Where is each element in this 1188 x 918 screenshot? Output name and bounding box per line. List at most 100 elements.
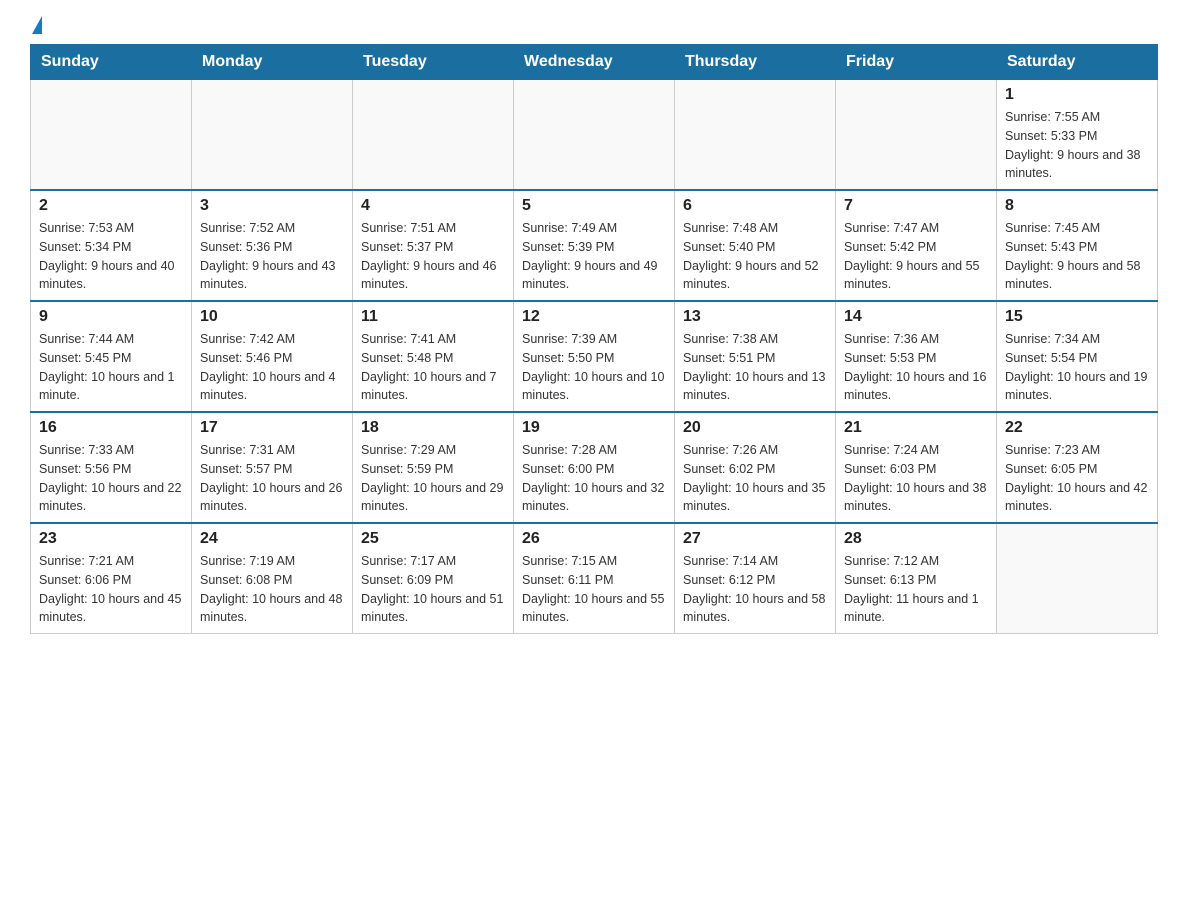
day-number: 16 bbox=[39, 419, 183, 437]
calendar-day-cell: 20 Sunrise: 7:26 AMSunset: 6:02 PMDayligh… bbox=[675, 412, 836, 523]
day-number: 21 bbox=[844, 419, 988, 437]
calendar-day-cell: 22 Sunrise: 7:23 AMSunset: 6:05 PMDayligh… bbox=[997, 412, 1158, 523]
day-number: 23 bbox=[39, 530, 183, 548]
calendar-day-cell: 17 Sunrise: 7:31 AMSunset: 5:57 PMDayligh… bbox=[192, 412, 353, 523]
day-number: 11 bbox=[361, 308, 505, 326]
calendar-week-row: 16 Sunrise: 7:33 AMSunset: 5:56 PMDayligh… bbox=[31, 412, 1158, 523]
calendar-header: SundayMondayTuesdayWednesdayThursdayFrid… bbox=[31, 45, 1158, 80]
day-info: Sunrise: 7:12 AMSunset: 6:13 PMDaylight:… bbox=[844, 552, 988, 627]
calendar-day-cell: 2 Sunrise: 7:53 AMSunset: 5:34 PMDaylight… bbox=[31, 190, 192, 301]
day-info: Sunrise: 7:33 AMSunset: 5:56 PMDaylight:… bbox=[39, 441, 183, 516]
day-info: Sunrise: 7:23 AMSunset: 6:05 PMDaylight:… bbox=[1005, 441, 1149, 516]
day-info: Sunrise: 7:29 AMSunset: 5:59 PMDaylight:… bbox=[361, 441, 505, 516]
weekday-header-row: SundayMondayTuesdayWednesdayThursdayFrid… bbox=[31, 45, 1158, 80]
day-info: Sunrise: 7:41 AMSunset: 5:48 PMDaylight:… bbox=[361, 330, 505, 405]
day-number: 25 bbox=[361, 530, 505, 548]
logo bbox=[30, 20, 42, 34]
calendar-day-cell: 12Sunrise: 7:39 AMSunset: 5:50 PMDayligh… bbox=[514, 301, 675, 412]
day-info: Sunrise: 7:47 AMSunset: 5:42 PMDaylight:… bbox=[844, 219, 988, 294]
calendar-day-cell: 8Sunrise: 7:45 AMSunset: 5:43 PMDaylight… bbox=[997, 190, 1158, 301]
calendar-day-cell: 21Sunrise: 7:24 AMSunset: 6:03 PMDayligh… bbox=[836, 412, 997, 523]
calendar-day-cell: 14Sunrise: 7:36 AMSunset: 5:53 PMDayligh… bbox=[836, 301, 997, 412]
logo-triangle-icon bbox=[32, 16, 42, 34]
day-info: Sunrise: 7:17 AMSunset: 6:09 PMDaylight:… bbox=[361, 552, 505, 627]
calendar-day-cell bbox=[836, 80, 997, 191]
weekday-header-wednesday: Wednesday bbox=[514, 45, 675, 80]
day-info: Sunrise: 7:38 AMSunset: 5:51 PMDaylight:… bbox=[683, 330, 827, 405]
day-number: 2 bbox=[39, 197, 183, 215]
day-info: Sunrise: 7:42 AMSunset: 5:46 PMDaylight:… bbox=[200, 330, 344, 405]
calendar-day-cell: 3Sunrise: 7:52 AMSunset: 5:36 PMDaylight… bbox=[192, 190, 353, 301]
calendar-day-cell: 4 Sunrise: 7:51 AMSunset: 5:37 PMDaylight… bbox=[353, 190, 514, 301]
day-info: Sunrise: 7:21 AMSunset: 6:06 PMDaylight:… bbox=[39, 552, 183, 627]
calendar-day-cell: 1 Sunrise: 7:55 AMSunset: 5:33 PMDaylight… bbox=[997, 80, 1158, 191]
day-info: Sunrise: 7:15 AMSunset: 6:11 PMDaylight:… bbox=[522, 552, 666, 627]
calendar-day-cell bbox=[192, 80, 353, 191]
calendar-day-cell bbox=[514, 80, 675, 191]
weekday-header-tuesday: Tuesday bbox=[353, 45, 514, 80]
day-info: Sunrise: 7:19 AMSunset: 6:08 PMDaylight:… bbox=[200, 552, 344, 627]
calendar-day-cell: 24 Sunrise: 7:19 AMSunset: 6:08 PMDayligh… bbox=[192, 523, 353, 634]
day-number: 26 bbox=[522, 530, 666, 548]
weekday-header-thursday: Thursday bbox=[675, 45, 836, 80]
day-info: Sunrise: 7:31 AMSunset: 5:57 PMDaylight:… bbox=[200, 441, 344, 516]
calendar-week-row: 23 Sunrise: 7:21 AMSunset: 6:06 PMDayligh… bbox=[31, 523, 1158, 634]
calendar-day-cell: 10 Sunrise: 7:42 AMSunset: 5:46 PMDayligh… bbox=[192, 301, 353, 412]
weekday-header-sunday: Sunday bbox=[31, 45, 192, 80]
calendar-day-cell: 6 Sunrise: 7:48 AMSunset: 5:40 PMDaylight… bbox=[675, 190, 836, 301]
day-info: Sunrise: 7:36 AMSunset: 5:53 PMDaylight:… bbox=[844, 330, 988, 405]
day-number: 28 bbox=[844, 530, 988, 548]
day-info: Sunrise: 7:53 AMSunset: 5:34 PMDaylight:… bbox=[39, 219, 183, 294]
calendar-day-cell: 26 Sunrise: 7:15 AMSunset: 6:11 PMDayligh… bbox=[514, 523, 675, 634]
calendar-day-cell: 7 Sunrise: 7:47 AMSunset: 5:42 PMDaylight… bbox=[836, 190, 997, 301]
day-number: 7 bbox=[844, 197, 988, 215]
calendar-week-row: 1 Sunrise: 7:55 AMSunset: 5:33 PMDaylight… bbox=[31, 80, 1158, 191]
calendar-day-cell: 25 Sunrise: 7:17 AMSunset: 6:09 PMDayligh… bbox=[353, 523, 514, 634]
calendar-day-cell: 16 Sunrise: 7:33 AMSunset: 5:56 PMDayligh… bbox=[31, 412, 192, 523]
calendar-body: 1 Sunrise: 7:55 AMSunset: 5:33 PMDaylight… bbox=[31, 80, 1158, 634]
calendar-table: SundayMondayTuesdayWednesdayThursdayFrid… bbox=[30, 44, 1158, 634]
day-number: 27 bbox=[683, 530, 827, 548]
calendar-day-cell: 19 Sunrise: 7:28 AMSunset: 6:00 PMDayligh… bbox=[514, 412, 675, 523]
day-info: Sunrise: 7:48 AMSunset: 5:40 PMDaylight:… bbox=[683, 219, 827, 294]
day-number: 10 bbox=[200, 308, 344, 326]
calendar-day-cell: 11 Sunrise: 7:41 AMSunset: 5:48 PMDayligh… bbox=[353, 301, 514, 412]
day-info: Sunrise: 7:34 AMSunset: 5:54 PMDaylight:… bbox=[1005, 330, 1149, 405]
weekday-header-saturday: Saturday bbox=[997, 45, 1158, 80]
day-number: 3 bbox=[200, 197, 344, 215]
day-info: Sunrise: 7:55 AMSunset: 5:33 PMDaylight:… bbox=[1005, 108, 1149, 183]
day-number: 18 bbox=[361, 419, 505, 437]
day-number: 13 bbox=[683, 308, 827, 326]
calendar-week-row: 9 Sunrise: 7:44 AMSunset: 5:45 PMDaylight… bbox=[31, 301, 1158, 412]
day-info: Sunrise: 7:28 AMSunset: 6:00 PMDaylight:… bbox=[522, 441, 666, 516]
calendar-day-cell: 9 Sunrise: 7:44 AMSunset: 5:45 PMDaylight… bbox=[31, 301, 192, 412]
day-number: 9 bbox=[39, 308, 183, 326]
day-number: 5 bbox=[522, 197, 666, 215]
calendar-week-row: 2 Sunrise: 7:53 AMSunset: 5:34 PMDaylight… bbox=[31, 190, 1158, 301]
day-info: Sunrise: 7:26 AMSunset: 6:02 PMDaylight:… bbox=[683, 441, 827, 516]
day-number: 17 bbox=[200, 419, 344, 437]
day-number: 24 bbox=[200, 530, 344, 548]
day-number: 19 bbox=[522, 419, 666, 437]
calendar-day-cell: 23 Sunrise: 7:21 AMSunset: 6:06 PMDayligh… bbox=[31, 523, 192, 634]
calendar-day-cell: 13 Sunrise: 7:38 AMSunset: 5:51 PMDayligh… bbox=[675, 301, 836, 412]
calendar-day-cell bbox=[353, 80, 514, 191]
day-info: Sunrise: 7:39 AMSunset: 5:50 PMDaylight:… bbox=[522, 330, 666, 405]
day-info: Sunrise: 7:44 AMSunset: 5:45 PMDaylight:… bbox=[39, 330, 183, 405]
day-info: Sunrise: 7:51 AMSunset: 5:37 PMDaylight:… bbox=[361, 219, 505, 294]
calendar-day-cell: 18 Sunrise: 7:29 AMSunset: 5:59 PMDayligh… bbox=[353, 412, 514, 523]
day-number: 4 bbox=[361, 197, 505, 215]
day-number: 1 bbox=[1005, 86, 1149, 104]
calendar-day-cell: 15 Sunrise: 7:34 AMSunset: 5:54 PMDayligh… bbox=[997, 301, 1158, 412]
day-number: 15 bbox=[1005, 308, 1149, 326]
calendar-day-cell bbox=[675, 80, 836, 191]
calendar-day-cell bbox=[997, 523, 1158, 634]
calendar-day-cell: 5Sunrise: 7:49 AMSunset: 5:39 PMDaylight… bbox=[514, 190, 675, 301]
calendar-day-cell: 27 Sunrise: 7:14 AMSunset: 6:12 PMDayligh… bbox=[675, 523, 836, 634]
day-number: 6 bbox=[683, 197, 827, 215]
day-info: Sunrise: 7:14 AMSunset: 6:12 PMDaylight:… bbox=[683, 552, 827, 627]
day-number: 22 bbox=[1005, 419, 1149, 437]
day-number: 20 bbox=[683, 419, 827, 437]
calendar-day-cell: 28 Sunrise: 7:12 AMSunset: 6:13 PMDayligh… bbox=[836, 523, 997, 634]
calendar-day-cell bbox=[31, 80, 192, 191]
